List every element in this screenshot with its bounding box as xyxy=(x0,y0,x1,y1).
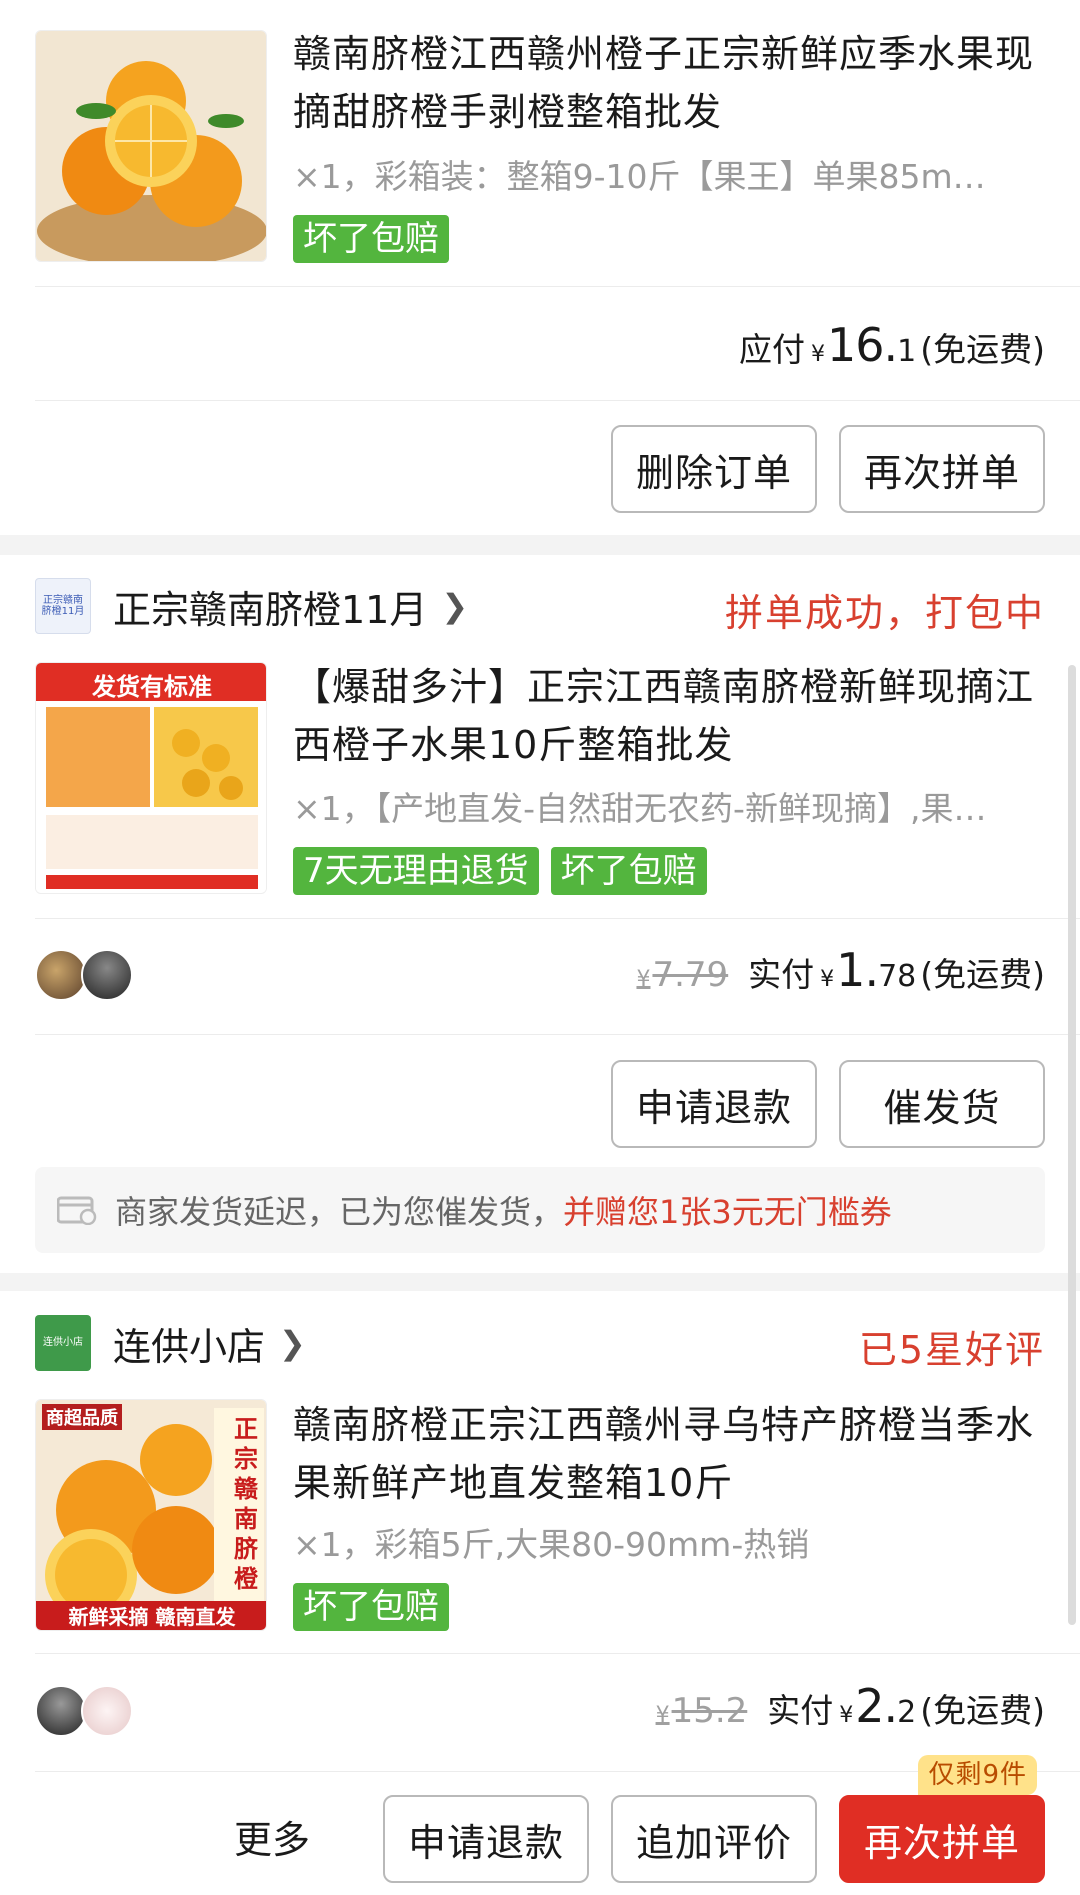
action-buttons: 申请退款 催发货 xyxy=(611,1060,1045,1148)
group-avatars xyxy=(35,1685,133,1737)
section-gap xyxy=(0,1273,1080,1291)
shop-logo-text: 连供小店 xyxy=(43,1337,83,1348)
stock-badge: 仅剩9件 xyxy=(918,1755,1037,1795)
request-refund-button[interactable]: 申请退款 xyxy=(383,1795,589,1883)
tag-list: 7天无理由退货 坏了包赔 xyxy=(293,847,707,895)
original-price-value: 15.2 xyxy=(671,1691,748,1731)
tag-badge: 坏了包赔 xyxy=(550,847,707,895)
currency-symbol: ¥ xyxy=(655,1703,670,1728)
reorder-button[interactable]: 再次拼单 xyxy=(839,425,1045,513)
product-image[interactable] xyxy=(35,30,267,262)
shop-logo: 连供小店 xyxy=(35,1315,91,1371)
group-avatars xyxy=(35,949,133,1001)
action-buttons: 删除订单 再次拼单 xyxy=(611,425,1045,513)
divider xyxy=(35,400,1080,401)
shop-name[interactable]: 正宗赣南脐橙11月 xyxy=(113,579,427,634)
avatar xyxy=(35,1685,87,1737)
notice-highlight: 并赠您1张3元无门槛券 xyxy=(563,1193,892,1231)
thumb-caption: 发货有标准 xyxy=(92,673,212,701)
price-label: 实付 xyxy=(767,1691,834,1730)
order-card-1: 赣南脐橙江西赣州橙子正宗新鲜应季水果现摘甜脐橙手剥橙整箱批发 ×1，彩箱装：整箱… xyxy=(0,0,1080,535)
avatar xyxy=(81,949,133,1001)
avatar xyxy=(35,949,87,1001)
order-status: 拼单成功，打包中 xyxy=(724,591,1045,635)
order-card-3: 连供小店 连供小店 ❯ 已5星好评 商超品质 正宗赣南脐橙 新鲜采摘 赣南直发 … xyxy=(0,1291,1080,1895)
shop-name[interactable]: 连供小店 xyxy=(113,1316,265,1371)
divider xyxy=(35,1653,1080,1654)
scrollbar[interactable] xyxy=(1068,665,1076,1625)
delay-notice: 商家发货延迟，已为您催发货， 并赠您1张3元无门槛券 xyxy=(35,1167,1045,1253)
tag-list: 坏了包赔 xyxy=(293,215,449,263)
shop-header[interactable]: 连供小店 连供小店 ❯ xyxy=(35,1315,306,1371)
tag-list: 坏了包赔 xyxy=(293,1583,449,1631)
price-label: 实付 xyxy=(748,955,815,994)
notice-text: 商家发货延迟，已为您催发货， xyxy=(115,1193,564,1231)
tag-badge: 坏了包赔 xyxy=(293,215,449,263)
request-refund-button[interactable]: 申请退款 xyxy=(611,1060,817,1148)
price-decimal: 1 xyxy=(897,334,917,369)
price-decimal: 2 xyxy=(897,1695,917,1730)
price-integer: 16. xyxy=(827,318,898,372)
tag-badge: 坏了包赔 xyxy=(293,1583,449,1631)
original-price: ¥15.2 xyxy=(656,1691,748,1731)
more-button[interactable]: 更多 xyxy=(234,1809,310,1864)
divider xyxy=(35,286,1080,287)
original-price-value: 7.79 xyxy=(652,955,729,995)
shipping-note: (免运费) xyxy=(920,1691,1045,1730)
price-row: ¥7.79 实付 ¥ 1. 78 (免运费) xyxy=(636,943,1045,997)
product-spec: ×1，彩箱5斤,大果80-90mm-热销 xyxy=(293,1525,810,1564)
original-price: ¥7.79 xyxy=(636,955,728,995)
product-title[interactable]: 【爆甜多汁】正宗江西赣南脐橙新鲜现摘江西橙子水果10斤整箱批发 xyxy=(293,658,1064,774)
divider xyxy=(35,1034,1080,1035)
divider xyxy=(35,918,1080,919)
currency-symbol: ¥ xyxy=(820,967,835,992)
order-card-2: 正宗赣南脐橙11月 正宗赣南脐橙11月 ❯ 拼单成功，打包中 发货有标准 【爆甜… xyxy=(0,555,1080,1273)
tag-badge: 7天无理由退货 xyxy=(293,847,539,895)
price-row: 应付 ¥ 16. 1 (免运费) xyxy=(739,318,1045,372)
action-buttons: 申请退款 追加评价 再次拼单 仅剩9件 xyxy=(383,1755,1045,1883)
urge-shipment-button[interactable]: 催发货 xyxy=(839,1060,1045,1148)
price-integer: 2. xyxy=(855,1679,898,1733)
reorder-label: 再次拼单 xyxy=(863,1820,1020,1865)
currency-symbol: ¥ xyxy=(636,967,651,992)
thumb-caption-bottom: 新鲜采摘 赣南直发 xyxy=(36,1601,266,1630)
add-review-button[interactable]: 追加评价 xyxy=(611,1795,817,1883)
product-title[interactable]: 赣南脐橙正宗江西赣州寻乌特产脐橙当季水果新鲜产地直发整箱10斤 xyxy=(293,1396,1064,1512)
order-status: 已5星好评 xyxy=(858,1328,1045,1372)
chevron-right-icon: ❯ xyxy=(441,587,469,625)
shop-header[interactable]: 正宗赣南脐橙11月 正宗赣南脐橙11月 ❯ xyxy=(35,578,468,634)
section-gap xyxy=(0,535,1080,555)
chevron-right-icon: ❯ xyxy=(279,1324,306,1362)
currency-symbol: ¥ xyxy=(811,342,825,367)
avatar xyxy=(81,1685,133,1737)
reorder-button[interactable]: 再次拼单 仅剩9件 xyxy=(839,1755,1045,1883)
product-title[interactable]: 赣南脐橙江西赣州橙子正宗新鲜应季水果现摘甜脐橙手剥橙整箱批发 xyxy=(293,25,1064,141)
thumb-caption-top: 商超品质 xyxy=(42,1404,122,1430)
product-image[interactable]: 商超品质 正宗赣南脐橙 新鲜采摘 赣南直发 xyxy=(35,1399,267,1631)
coupon-icon xyxy=(57,1196,97,1225)
shipping-note: (免运费) xyxy=(920,955,1045,994)
price-label: 应付 xyxy=(739,330,805,369)
price-row: ¥15.2 实付 ¥ 2. 2 (免运费) xyxy=(656,1679,1045,1733)
shipping-note: (免运费) xyxy=(920,330,1045,369)
price-decimal: 78 xyxy=(878,959,917,994)
product-spec: ×1，【产地直发-自然甜无农药-新鲜现摘】,果… xyxy=(293,789,987,828)
delete-order-button[interactable]: 删除订单 xyxy=(611,425,817,513)
shop-logo: 正宗赣南脐橙11月 xyxy=(35,578,91,634)
shop-logo-text: 正宗赣南脐橙11月 xyxy=(41,595,85,617)
currency-symbol: ¥ xyxy=(839,1703,854,1728)
thumb-side-text: 正宗赣南脐橙 xyxy=(234,1415,258,1593)
product-spec: ×1，彩箱装：整箱9-10斤【果王】单果85m… xyxy=(293,157,986,196)
product-image[interactable]: 发货有标准 xyxy=(35,662,267,894)
price-integer: 1. xyxy=(836,943,879,997)
